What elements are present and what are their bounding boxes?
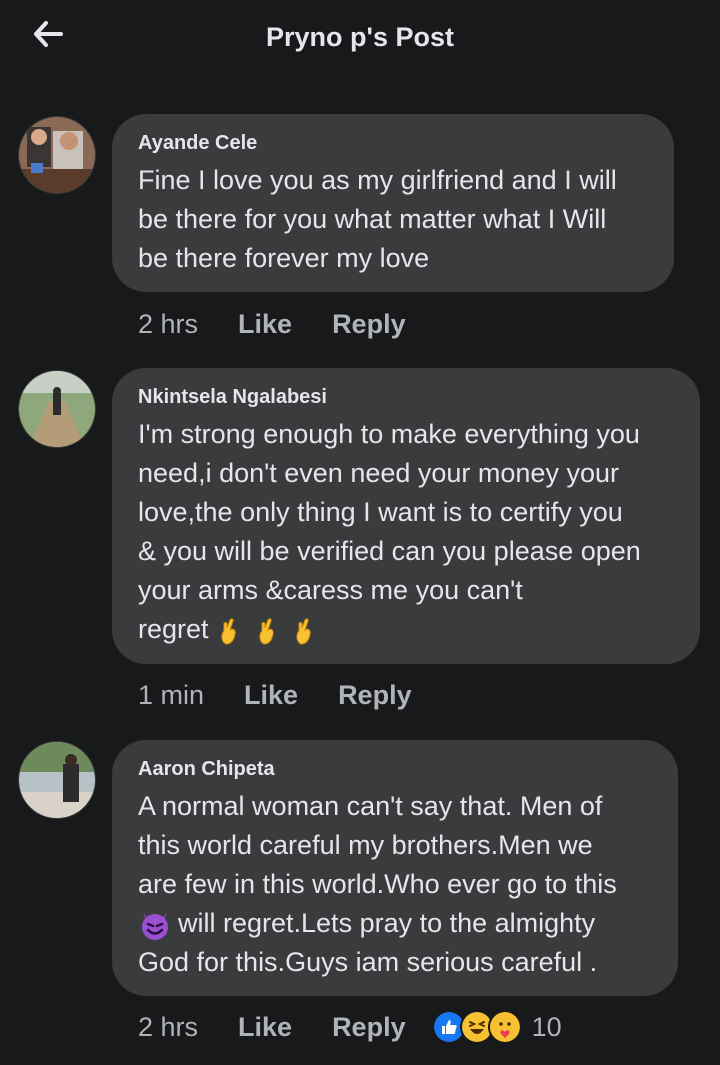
care-reaction-icon [487,1010,522,1044]
like-button[interactable]: Like [238,309,292,340]
avatar[interactable] [18,741,96,819]
comment-text: I'm strong enough to make everything you… [138,419,641,645]
comment-actions: 1 min Like Reply [138,675,412,715]
comment-bubble: Nkintsela Ngalabesi I'm strong enough to… [112,368,700,664]
reply-button[interactable]: Reply [332,1012,406,1043]
reply-button[interactable]: Reply [338,680,412,711]
comment-time[interactable]: 1 min [138,680,204,711]
crossed-fingers-icon [259,618,274,645]
crossed-fingers-icon [296,618,311,645]
comment-author[interactable]: Aaron Chipeta [138,758,652,781]
comment-text: Fine I love you as my girlfriend and I w… [138,165,617,273]
comment-author[interactable]: Ayande Cele [138,132,648,155]
like-button[interactable]: Like [238,1012,292,1043]
reaction-count: 10 [531,1011,562,1042]
comment-time[interactable]: 2 hrs [138,1012,198,1043]
top-bar: Pryno p's Post [0,0,720,78]
smiling-devil-icon [142,911,168,940]
reactions-summary[interactable]: 10 [431,1010,562,1044]
page-title: Pryno p's Post [266,22,454,52]
crossed-fingers-icon [221,618,236,645]
comment-bubble: Ayande Cele Fine I love you as my girlfr… [112,114,674,292]
reply-button[interactable]: Reply [332,309,406,340]
like-button[interactable]: Like [244,680,298,711]
comment-author[interactable]: Nkintsela Ngalabesi [138,386,674,409]
avatar[interactable] [18,370,96,448]
comment-bubble: Aaron Chipeta A normal woman can't say t… [112,740,678,996]
comment-actions: 2 hrs Like Reply [138,304,406,344]
comment-actions: 2 hrs Like Reply 10 [138,1007,562,1047]
avatar[interactable] [18,116,96,194]
comment-time[interactable]: 2 hrs [138,309,198,340]
comment-text: A normal woman can't say that. Men of th… [138,791,617,977]
